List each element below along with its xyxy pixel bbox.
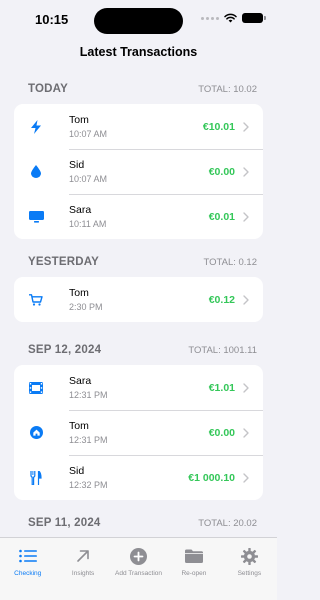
payee-name: Sid	[69, 159, 85, 171]
section-total: TOTAL: 10.02	[198, 83, 257, 95]
status-time: 10:15	[35, 12, 69, 27]
tab-checking[interactable]: Checking	[0, 538, 55, 600]
transactions-card: Tom 2:30 PM €0.12	[14, 277, 263, 322]
transactions-card: Tom 10:07 AM €10.01 Sid 10:07 AM €0.00 S…	[14, 104, 263, 239]
film-icon	[28, 380, 44, 396]
arrow-up-right-icon	[73, 546, 93, 566]
section-header: SEP 12, 2024 TOTAL: 1001.11	[28, 335, 257, 365]
transaction-time: 10:07 AM	[69, 129, 108, 139]
payee-name: Sara	[69, 375, 92, 387]
transaction-amount: €1.01	[208, 381, 235, 394]
tab-label: Add Transaction	[115, 570, 162, 577]
transaction-row[interactable]: Tom 2:30 PM €0.12	[14, 277, 263, 322]
payee-name: Sid	[69, 465, 85, 477]
chevron-right-icon	[243, 427, 250, 438]
page-title: Latest Transactions	[79, 45, 198, 59]
status-icons	[201, 13, 266, 23]
drop-icon	[28, 164, 44, 180]
chevron-right-icon	[243, 121, 250, 132]
tab-label: Checking	[14, 570, 42, 577]
transaction-amount: €0.12	[208, 293, 235, 306]
payee-name: Tom	[69, 287, 89, 299]
section-sep-11-2024: SEP 11, 2024 TOTAL: 20.02	[14, 508, 263, 537]
section-sep-12-2024: SEP 12, 2024 TOTAL: 1001.11 Sara 12:31 P…	[14, 335, 263, 500]
section-header: YESTERDAY TOTAL: 0.12	[28, 247, 257, 277]
tab-label: Re-open	[181, 570, 207, 577]
tab-add-transaction[interactable]: Add Transaction	[111, 538, 166, 600]
transactions-list[interactable]: TODAY TOTAL: 10.02 Tom 10:07 AM €10.01 S…	[0, 72, 277, 537]
tab-re-open[interactable]: Re-open	[166, 538, 221, 600]
transaction-time: 12:32 PM	[69, 480, 108, 490]
chevron-right-icon	[243, 472, 250, 483]
battery-icon	[242, 13, 266, 23]
section-title: SEP 11, 2024	[28, 517, 101, 529]
transaction-amount: €0.01	[208, 210, 235, 223]
display-icon	[28, 209, 44, 225]
status-bar: 10:15	[0, 0, 277, 40]
transactions-card: Sara 12:31 PM €1.01 Tom 12:31 PM €0.00 S…	[14, 365, 263, 500]
transaction-time: 10:07 AM	[69, 174, 108, 184]
section-title: TODAY	[28, 83, 68, 95]
transaction-amount: €1 000.10	[188, 471, 235, 484]
transaction-time: 2:30 PM	[69, 302, 103, 312]
tab-insights[interactable]: Insights	[55, 538, 110, 600]
gear-icon	[239, 546, 259, 566]
payee-name: Tom	[69, 114, 89, 126]
section-title: YESTERDAY	[28, 256, 100, 268]
chevron-right-icon	[243, 166, 250, 177]
chevron-right-icon	[243, 294, 250, 305]
transaction-row[interactable]: Sara 12:31 PM €1.01	[14, 365, 263, 410]
section-total: TOTAL: 1001.11	[188, 344, 257, 356]
transaction-row[interactable]: Tom 10:07 AM €10.01	[14, 104, 263, 149]
fork-knife-icon	[28, 470, 44, 486]
section-total: TOTAL: 0.12	[203, 256, 257, 268]
transaction-time: 12:31 PM	[69, 435, 108, 445]
transaction-amount: €10.01	[202, 120, 235, 133]
transaction-row[interactable]: Tom 12:31 PM €0.00	[14, 410, 263, 455]
transaction-row[interactable]: Sid 12:32 PM €1 000.10	[14, 455, 263, 500]
tab-bar: Checking Insights Add Transaction Re-ope…	[0, 537, 277, 600]
transaction-time: 10:11 AM	[69, 219, 107, 229]
transaction-amount: €0.00	[208, 426, 235, 439]
payee-name: Sara	[69, 204, 92, 216]
signal-icon	[201, 16, 219, 20]
cart-icon	[28, 292, 44, 308]
plus-circle-icon	[129, 546, 149, 566]
section-yesterday: YESTERDAY TOTAL: 0.12 Tom 2:30 PM €0.12	[14, 247, 263, 322]
folder-icon	[184, 546, 204, 566]
transaction-amount: €0.00	[208, 165, 235, 178]
tab-settings[interactable]: Settings	[222, 538, 277, 600]
transaction-time: 12:31 PM	[69, 390, 108, 400]
section-header: TODAY TOTAL: 10.02	[28, 74, 257, 104]
chevron-right-icon	[243, 211, 250, 222]
dynamic-island	[94, 8, 183, 34]
wifi-icon	[224, 13, 237, 23]
tab-label: Insights	[71, 570, 95, 577]
transaction-row[interactable]: Sid 10:07 AM €0.00	[14, 149, 263, 194]
section-title: SEP 12, 2024	[28, 344, 102, 356]
transaction-row[interactable]: Sara 10:11 AM €0.01	[14, 194, 263, 239]
chevron-right-icon	[243, 382, 250, 393]
section-total: TOTAL: 20.02	[198, 517, 257, 529]
section-today: TODAY TOTAL: 10.02 Tom 10:07 AM €10.01 S…	[14, 74, 263, 239]
section-header: SEP 11, 2024 TOTAL: 20.02	[28, 508, 257, 537]
list-icon	[18, 546, 38, 566]
tab-label: Settings	[237, 570, 262, 577]
home-icon	[28, 425, 44, 441]
bolt-icon	[28, 119, 44, 135]
payee-name: Tom	[69, 420, 89, 432]
